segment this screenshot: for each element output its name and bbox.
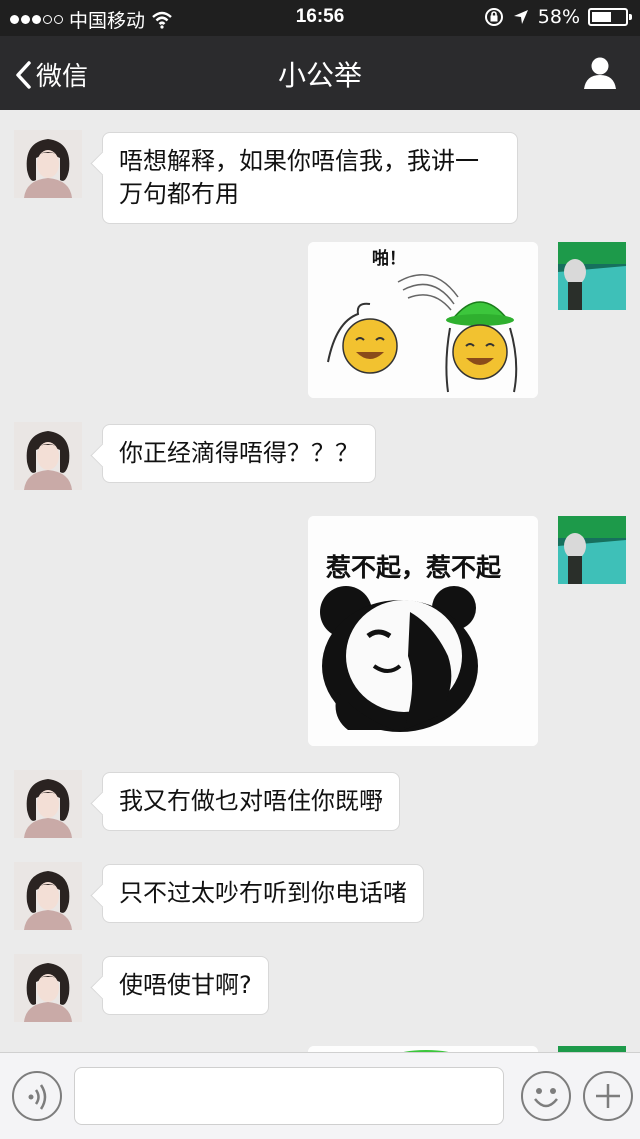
location-arrow-icon — [513, 10, 528, 24]
emoji-icon — [534, 1088, 558, 1108]
message-text: 我又冇做乜对唔住你既嘢 — [119, 787, 383, 815]
contact-avatar[interactable] — [14, 770, 82, 838]
message-bubble[interactable]: 你正经滴得唔得？？？ — [102, 424, 376, 483]
chat-title: 小公举 — [277, 59, 362, 92]
plus-button[interactable] — [583, 1071, 633, 1121]
emoji-button[interactable] — [521, 1071, 571, 1121]
nav-bar: 微信 小公举 — [0, 36, 640, 110]
contact-avatar[interactable] — [14, 130, 82, 198]
rotation-lock-icon — [484, 8, 503, 26]
my-avatar[interactable] — [558, 242, 626, 310]
contact-avatar[interactable] — [14, 422, 82, 490]
my-avatar[interactable] — [558, 516, 626, 584]
sticker-image[interactable]: 惹不起，惹不起 — [308, 516, 538, 746]
message-text: 只不过太吵冇听到你电话啫 — [119, 879, 407, 907]
battery-percent: 58% — [537, 6, 580, 28]
message-bubble[interactable]: 只不过太吵冇听到你电话啫 — [102, 864, 424, 923]
sticker-caption: 啪！ — [372, 248, 406, 269]
message-bubble[interactable]: 唔想解释，如果你唔信我，我讲一万句都冇用 — [102, 132, 518, 224]
sticker-image[interactable]: 啪！ — [308, 242, 538, 398]
person-icon[interactable] — [582, 56, 618, 90]
battery-icon — [588, 8, 632, 26]
voice-button[interactable] — [12, 1071, 62, 1121]
message-text: 使唔使甘啊? — [119, 971, 252, 999]
message-text: 唔想解释，如果你唔信我，我讲一万句都冇用 — [119, 147, 479, 208]
input-bar — [0, 1052, 640, 1139]
status-bar: 中国移动 16:56 58% — [0, 0, 640, 36]
message-input[interactable] — [74, 1067, 504, 1125]
voice-icon — [28, 1084, 47, 1110]
chat-area[interactable]: 唔想解释，如果你唔信我，我讲一万句都冇用 啪！ 你正经滴得唔得？？？ 惹不起，惹… — [0, 110, 640, 1052]
message-bubble[interactable]: 我又冇做乜对唔住你既嘢 — [102, 772, 400, 831]
contact-avatar[interactable] — [14, 954, 82, 1022]
contact-avatar[interactable] — [14, 862, 82, 930]
sticker-caption: 惹不起，惹不起 — [326, 553, 502, 582]
message-bubble[interactable]: 使唔使甘啊? — [102, 956, 269, 1015]
plus-icon — [596, 1084, 620, 1108]
message-text: 你正经滴得唔得？？？ — [119, 439, 359, 467]
